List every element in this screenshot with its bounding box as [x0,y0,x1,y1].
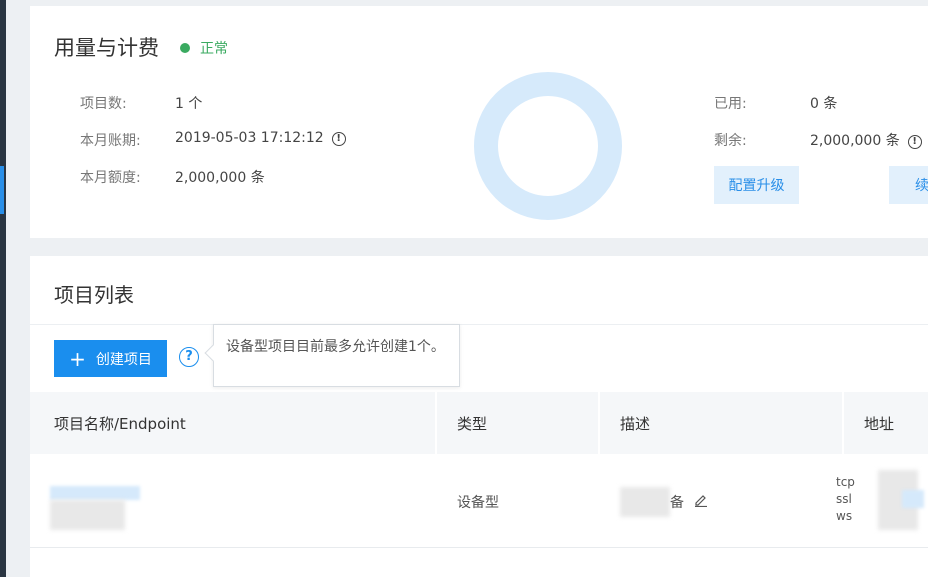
description-redacted [620,487,670,517]
address-ssl: ssl [836,492,852,506]
column-separator [435,392,437,454]
remaining-label: 剩余: [714,133,747,149]
address-ws: ws [836,509,853,523]
quota-value: 2,000,000 条 [175,170,265,186]
project-list-card: 项目列表 + 创建项目 ? 设备型项目目前最多允许创建1个。 项目名称/Endp… [30,256,928,577]
table-row[interactable]: 设备型 备 tcp ssl ws [30,454,928,548]
usage-card: 用量与计费 正常 项目数: 1 个 本月账期: 2019-05-03 17:12… [30,6,928,238]
column-header-name: 项目名称/Endpoint [54,414,186,433]
column-header-description: 描述 [620,414,651,433]
status-dot-icon [180,43,190,53]
project-count-label: 项目数: [80,96,127,112]
project-list-title: 项目列表 [54,283,134,307]
donut-ring [474,72,622,220]
sidebar-active-indicator [0,166,4,214]
create-project-button[interactable]: + 创建项目 [54,340,167,377]
usage-title: 用量与计费 [54,36,159,60]
column-header-type: 类型 [457,414,488,433]
tooltip-arrow [204,344,222,362]
create-project-label: 创建项目 [95,351,152,368]
project-endpoint-redacted [50,500,125,530]
address-highlight-redacted [902,490,924,508]
remaining-value: 2,000,000 条 [810,133,900,149]
description-text: 备 [670,495,684,511]
address-cell: tcp ssl ws [836,474,855,525]
top-strip [6,0,928,4]
info-icon[interactable]: ! [331,132,346,146]
project-type: 设备型 [457,495,499,511]
status-badge: 正常 [180,38,228,58]
column-separator [842,392,844,454]
usage-donut-chart [474,72,622,220]
address-tcp: tcp [836,475,855,489]
column-header-address: 地址 [864,414,895,433]
billing-period-label: 本月账期: [80,133,141,149]
tooltip-text: 设备型项目目前最多允许创建1个。 [226,339,445,355]
upgrade-button[interactable]: 配置升级 [714,166,799,204]
tooltip: 设备型项目目前最多允许创建1个。 [204,324,460,387]
table-header: 项目名称/Endpoint 类型 描述 地址 [30,392,928,454]
project-name-redacted [50,486,140,500]
edit-icon[interactable] [694,493,708,507]
billing-period-value: 2019-05-03 17:12:12 [175,130,324,146]
sidebar-strip [0,0,6,577]
column-separator [598,392,600,454]
info-icon[interactable]: ! [907,135,922,149]
used-label: 已用: [714,96,747,112]
used-value: 0 条 [810,96,838,112]
divider [30,324,928,325]
quota-label: 本月额度: [80,170,141,186]
project-count-value: 1 个 [175,96,203,112]
help-icon[interactable]: ? [179,347,199,367]
status-text: 正常 [200,41,228,57]
renew-button[interactable]: 续 [889,166,928,204]
plus-icon: + [69,346,86,371]
